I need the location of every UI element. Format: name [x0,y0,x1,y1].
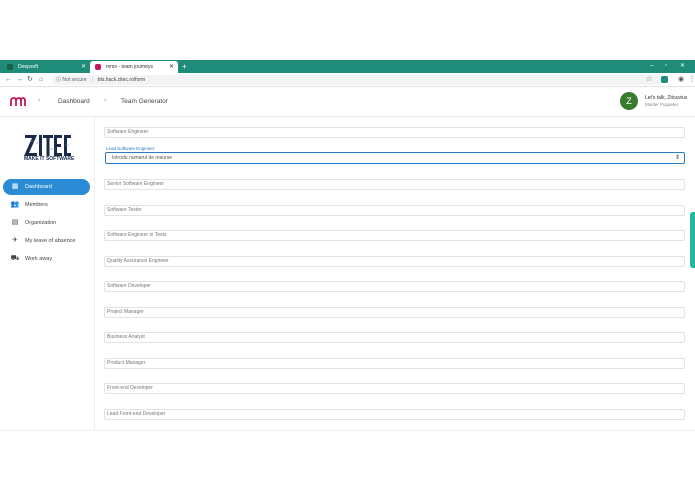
menu-dots-icon[interactable]: ⋮ [688,76,695,84]
sidebar-item-organization[interactable]: ▤ Organization [3,215,90,231]
lead-software-engineer-label: Lead Software Engineer [106,146,155,151]
user-role: Master Puppeter [645,102,679,107]
extension-icon[interactable] [660,76,668,84]
sidebar-item-label: My leave of absence [25,238,76,244]
blank-area [0,0,695,60]
senior-software-engineer-field[interactable]: Senior Software Engineer [104,179,685,190]
user-name: Let's talk, Zitouvius [645,95,688,101]
quality-assurance-engineer-field[interactable]: Quality Assurance Engineer [104,256,685,267]
updown-arrow-icon: ⇕ [674,155,680,161]
close-tab-icon[interactable]: ✕ [169,61,174,73]
feedback-tab[interactable] [690,212,695,268]
grid-icon: ▦ [11,183,19,190]
select-placeholder: Introdu numarul de resurse [112,155,173,161]
chevron-right-icon: › [104,97,107,104]
bookmark-star-icon[interactable]: ☆ [645,76,653,84]
business-analyst-field[interactable]: Business Analyst [104,332,685,343]
front-end-developer-field[interactable]: Front-end Developer [104,383,685,394]
sidebar-item-dashboard[interactable]: ▦ Dashboard [3,179,90,195]
browser-tab-label: Deepsoft [18,64,39,70]
product-manager-field[interactable]: Product Manager [104,358,685,369]
people-icon: 👥 [10,201,20,208]
home-icon[interactable]: ⌂ [39,75,43,85]
browser-tab-mmo[interactable]: mmo - team journeys ✕ [90,61,178,73]
lead-front-end-developer-field[interactable]: Lead Front-end Developer [104,409,685,420]
profile-icon[interactable]: ◉ [677,76,685,84]
project-manager-field[interactable]: Project Manager [104,307,685,318]
back-icon[interactable]: ← [5,75,12,85]
sidebar-item-label: Members [25,202,48,208]
browser-tab-label: mmo - team journeys [106,64,153,70]
sidebar-item-label: Work away [25,256,53,262]
security-status: Not secure [62,77,87,83]
software-developer-field[interactable]: Software Developer [104,281,685,292]
brand-tagline: MAKE IT SOFTWARE [24,156,75,162]
software-engineer-field[interactable]: Software Engineer [104,127,685,138]
divider [0,430,695,431]
deepsoft-favicon-icon [7,64,13,70]
reload-icon[interactable]: ↻ [27,75,33,85]
close-window-icon[interactable]: ✕ [680,60,685,73]
minimize-icon[interactable]: – [650,60,653,73]
browser-tab-deepsoft[interactable]: Deepsoft ✕ [2,61,90,73]
close-tab-icon[interactable]: ✕ [81,61,86,73]
mmo-favicon-icon [95,64,101,70]
mmo-logo-icon[interactable] [10,97,26,107]
browser-tab-strip: Deepsoft ✕ mmo - team journeys ✕ [0,60,695,73]
sidebar-item-members[interactable]: 👥 Members [3,197,90,213]
sidebar-item-label: Organization [25,220,57,226]
travel-icon: ⛟ [10,255,20,262]
software-engineer-in-tests-field[interactable]: Software Engineer in Tests [104,230,685,241]
building-icon: ▤ [11,219,19,226]
address-bar: ← → ↻ ⌂ ⓘ Not secure | bts.hack.zitec.ro… [0,73,695,87]
maximize-icon[interactable]: ▫ [665,60,667,73]
sidebar-item-work-away[interactable]: ⛟ Work away [3,251,90,267]
airplane-icon: ✈ [12,237,18,244]
chevron-right-icon: › [38,97,41,104]
forward-icon[interactable]: → [16,75,23,85]
sidebar [0,117,95,430]
sidebar-item-label: Dashboard [25,184,52,190]
plus-icon[interactable]: + [182,60,187,73]
url-text: bts.hack.zitec.ro/form [97,77,146,83]
breadcrumb-team-generator[interactable]: Team Generator [121,97,168,107]
software-tester-field[interactable]: Software Tester [104,205,685,216]
url-separator: | [91,77,94,83]
breadcrumb-dashboard[interactable]: Dashboard [58,97,90,107]
app-header: › Dashboard › Team Generator [0,88,695,116]
sidebar-item-leave[interactable]: ✈ My leave of absence [3,233,90,249]
lead-software-engineer-select[interactable]: Introdu numarul de resurse ⇕ [105,152,685,164]
avatar[interactable]: Z [620,92,638,110]
url-field[interactable]: ⓘ Not secure | bts.hack.zitec.ro/form [52,75,662,85]
